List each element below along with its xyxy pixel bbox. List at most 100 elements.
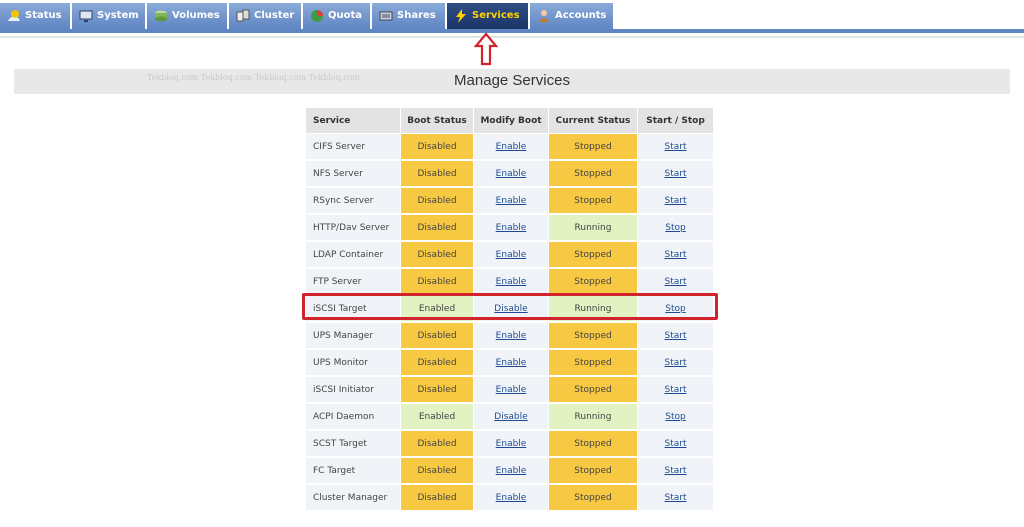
modify-boot-link[interactable]: Enable: [496, 331, 527, 341]
table-header-row: Service Boot Status Modify Boot Current …: [306, 108, 713, 134]
start-stop-cell: Start: [638, 188, 713, 215]
service-name: ACPI Daemon: [306, 404, 400, 431]
modify-boot-link[interactable]: Enable: [496, 466, 527, 476]
current-status: Stopped: [549, 377, 637, 404]
start-stop-cell: Start: [638, 161, 713, 188]
current-status: Stopped: [549, 188, 637, 215]
tab-shares[interactable]: Shares: [372, 3, 446, 29]
current-status: Stopped: [549, 458, 637, 485]
modify-boot-link[interactable]: Enable: [496, 493, 527, 503]
page-title: Manage Services: [454, 72, 570, 89]
service-name: FC Target: [306, 458, 400, 485]
tab-system[interactable]: System: [72, 3, 146, 29]
boot-status: Disabled: [401, 269, 473, 296]
start-stop-cell: Start: [638, 485, 713, 512]
modify-boot-cell: Enable: [474, 215, 548, 242]
start-stop-link[interactable]: Start: [665, 358, 687, 368]
tab-label: Cluster: [254, 10, 295, 21]
modify-boot-cell: Enable: [474, 485, 548, 512]
table-row: FC Target Disabled Enable Stopped Start: [306, 458, 713, 485]
accounts-icon: [539, 10, 549, 22]
modify-boot-link[interactable]: Disable: [494, 412, 527, 422]
modify-boot-cell: Enable: [474, 377, 548, 404]
service-name: NFS Server: [306, 161, 400, 188]
current-status: Stopped: [549, 161, 637, 188]
service-name: HTTP/Dav Server: [306, 215, 400, 242]
system-icon: [79, 10, 93, 22]
modify-boot-link[interactable]: Enable: [496, 385, 527, 395]
service-name: Cluster Manager: [306, 485, 400, 512]
start-stop-link[interactable]: Start: [665, 169, 687, 179]
start-stop-cell: Start: [638, 377, 713, 404]
current-status: Stopped: [549, 431, 637, 458]
tab-label: Accounts: [555, 10, 607, 21]
tab-accounts[interactable]: Accounts: [530, 3, 614, 29]
table-row: LDAP Container Disabled Enable Stopped S…: [306, 242, 713, 269]
boot-status: Disabled: [401, 161, 473, 188]
modify-boot-cell: Enable: [474, 458, 548, 485]
table-row: ACPI Daemon Enabled Disable Running Stop: [306, 404, 713, 431]
table-row: NFS Server Disabled Enable Stopped Start: [306, 161, 713, 188]
start-stop-link[interactable]: Start: [665, 466, 687, 476]
table-row: UPS Manager Disabled Enable Stopped Star…: [306, 323, 713, 350]
modify-boot-cell: Enable: [474, 350, 548, 377]
modify-boot-link[interactable]: Enable: [496, 223, 527, 233]
start-stop-link[interactable]: Start: [665, 439, 687, 449]
current-status: Stopped: [549, 323, 637, 350]
start-stop-link[interactable]: Start: [665, 277, 687, 287]
start-stop-link[interactable]: Start: [665, 493, 687, 503]
start-stop-link[interactable]: Start: [665, 142, 687, 152]
table-row: UPS Monitor Disabled Enable Stopped Star…: [306, 350, 713, 377]
current-status: Stopped: [549, 350, 637, 377]
boot-status: Enabled: [401, 404, 473, 431]
start-stop-cell: Stop: [638, 215, 713, 242]
start-stop-cell: Start: [638, 323, 713, 350]
boot-status: Disabled: [401, 215, 473, 242]
modify-boot-link[interactable]: Enable: [496, 277, 527, 287]
boot-status: Disabled: [401, 458, 473, 485]
modify-boot-link[interactable]: Enable: [496, 250, 527, 260]
modify-boot-link[interactable]: Enable: [496, 169, 527, 179]
tab-status[interactable]: Status: [0, 3, 71, 29]
current-status: Stopped: [549, 269, 637, 296]
modify-boot-link[interactable]: Enable: [496, 142, 527, 152]
tab-label: System: [97, 10, 139, 21]
start-stop-cell: Start: [638, 269, 713, 296]
column-header-boot-status: Boot Status: [401, 108, 473, 134]
table-row: SCST Target Disabled Enable Stopped Star…: [306, 431, 713, 458]
current-status: Stopped: [549, 242, 637, 269]
modify-boot-link[interactable]: Enable: [496, 358, 527, 368]
modify-boot-cell: Enable: [474, 242, 548, 269]
table-row: iSCSI Initiator Disabled Enable Stopped …: [306, 377, 713, 404]
tab-cluster[interactable]: Cluster: [229, 3, 302, 29]
start-stop-link[interactable]: Stop: [665, 223, 685, 233]
current-status: Stopped: [549, 134, 637, 161]
status-icon: [8, 10, 20, 21]
start-stop-cell: Start: [638, 134, 713, 161]
tab-volumes[interactable]: Volumes: [147, 3, 228, 29]
tab-quota[interactable]: Quota: [303, 3, 371, 29]
boot-status: Disabled: [401, 134, 473, 161]
service-name: LDAP Container: [306, 242, 400, 269]
modify-boot-link[interactable]: Enable: [496, 439, 527, 449]
start-stop-link[interactable]: Start: [665, 250, 687, 260]
service-name: iSCSI Initiator: [306, 377, 400, 404]
service-name: UPS Manager: [306, 323, 400, 350]
start-stop-cell: Start: [638, 242, 713, 269]
start-stop-cell: Start: [638, 458, 713, 485]
boot-status: Disabled: [401, 377, 473, 404]
top-navigation: Status System Volumes Cluster Quota Shar…: [0, 0, 1024, 33]
boot-status: Disabled: [401, 485, 473, 512]
start-stop-link[interactable]: Start: [665, 196, 687, 206]
column-header-modify-boot: Modify Boot: [474, 108, 548, 134]
modify-boot-link[interactable]: Enable: [496, 196, 527, 206]
current-status: Stopped: [549, 485, 637, 512]
start-stop-link[interactable]: Stop: [665, 412, 685, 422]
start-stop-link[interactable]: Start: [665, 385, 687, 395]
tab-services[interactable]: Services: [447, 3, 529, 29]
boot-status: Disabled: [401, 431, 473, 458]
start-stop-link[interactable]: Start: [665, 331, 687, 341]
table-row: CIFS Server Disabled Enable Stopped Star…: [306, 134, 713, 161]
table-row: RSync Server Disabled Enable Stopped Sta…: [306, 188, 713, 215]
service-name: RSync Server: [306, 188, 400, 215]
